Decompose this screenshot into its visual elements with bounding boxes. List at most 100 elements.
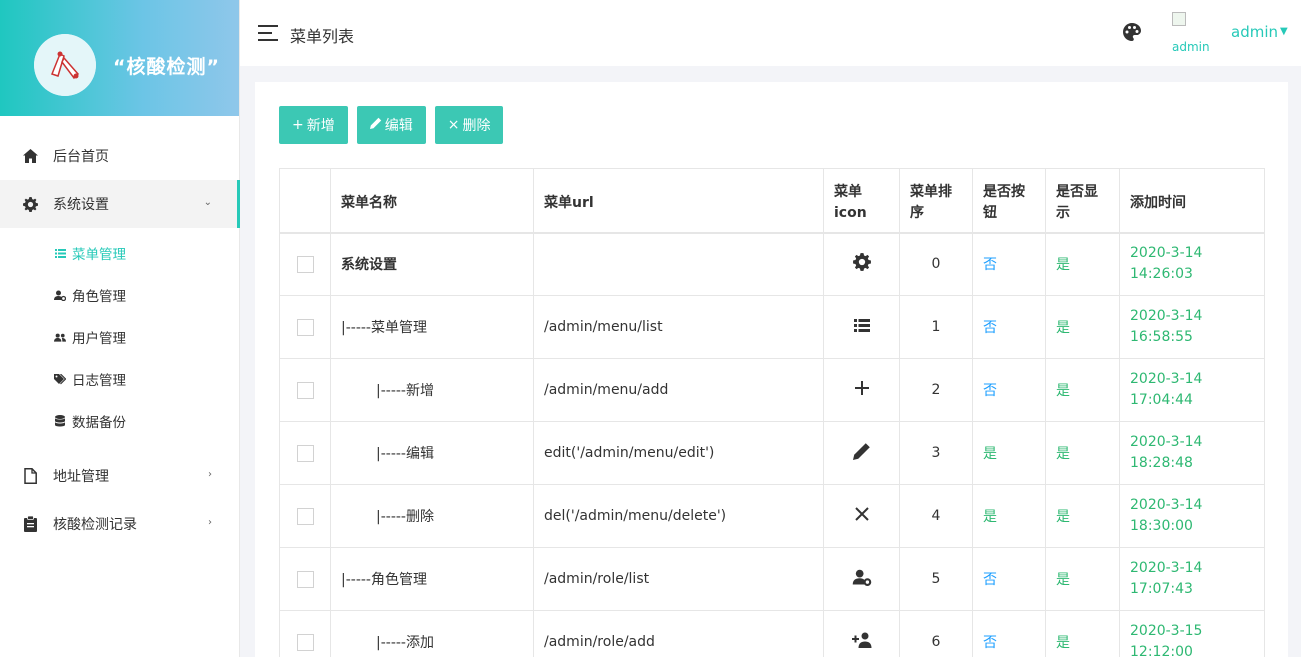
table-row[interactable]: 系统设置 0 否 是 2020-3-14 14:26:03 [279,232,1265,296]
row-checkbox-cell [279,358,331,422]
menu-order: 3 [899,421,973,485]
delete-button-label: 删除 [462,118,491,134]
created-date: 2020-3-14 [1130,245,1203,262]
database-icon [54,415,66,427]
sidebar-item-label: 角色管理 [72,289,126,305]
user-menu[interactable]: admin [1231,23,1278,41]
menu-url [533,232,824,296]
menu-name: |-----新增 [330,358,534,422]
column-header: 菜单icon [823,168,900,233]
sidebar-item-log-management[interactable]: 日志管理 [0,358,240,400]
created-time: 2020-3-15 12:12:00 [1119,610,1265,657]
menu-icon-cell [823,610,900,657]
clipboard-icon [22,516,38,532]
avatar[interactable]: admin [1170,10,1216,56]
table-row[interactable]: |-----添加 /admin/role/add 6 否 是 2020-3-15… [279,610,1265,657]
submenu-system-settings: 菜单管理 角色管理 用户管理 日志管理 数据备份 [0,228,240,452]
menu-order: 1 [899,295,973,359]
is-button: 否 [972,358,1046,422]
sidebar-item-label: 日志管理 [72,373,126,389]
table-row[interactable]: |-----编辑 edit('/admin/menu/edit') 3 是 是 … [279,421,1265,485]
created-date: 2020-3-14 [1130,308,1203,324]
sidebar-item-test-records[interactable]: 核酸检测记录 › [0,500,240,548]
sidebar-item-home[interactable]: 后台首页 [0,132,240,180]
menu-order: 0 [899,232,973,296]
chevron-down-icon: ⌄ [203,197,212,208]
row-checkbox-cell [279,610,331,657]
list-icon [54,247,66,259]
sidebar-item-menu-management[interactable]: 菜单管理 [0,232,240,274]
row-checkbox[interactable] [296,318,314,336]
column-header: 菜单名称 [330,168,534,233]
is-show: 是 [1045,547,1120,611]
created-time: 2020-3-14 14:26:03 [1119,232,1265,296]
created-clock: 18:28:48 [1130,455,1193,471]
menu-name: |-----删除 [330,484,534,548]
created-time: 2020-3-14 17:07:43 [1119,547,1265,611]
row-checkbox[interactable] [296,444,314,462]
row-checkbox[interactable] [296,570,314,588]
row-checkbox-cell [279,232,331,296]
palette-icon[interactable] [1122,22,1142,42]
menu-name: |-----角色管理 [330,547,534,611]
menu-order: 4 [899,484,973,548]
menu-icon-cell [823,358,900,422]
tag-icon [54,373,66,385]
row-checkbox[interactable] [296,255,314,273]
column-header: 是否显示 [1045,168,1120,233]
users-icon [54,331,66,343]
user-plus-icon [851,632,873,652]
sidebar-item-label: 后台首页 [53,149,109,165]
select-all-header [279,168,331,233]
sidebar-item-role-management[interactable]: 角色管理 [0,274,240,316]
list-icon [853,318,870,336]
chevron-right-icon: › [208,469,212,480]
table-row[interactable]: |-----删除 del('/admin/menu/delete') 4 是 是… [279,484,1265,548]
row-checkbox-cell [279,547,331,611]
top-header: 菜单列表 admin admin ▼ [240,0,1301,66]
row-checkbox[interactable] [296,633,314,651]
brand-banner: “核酸检测” [0,0,239,116]
created-time: 2020-3-14 18:28:48 [1119,421,1265,485]
table-row[interactable]: |-----新增 /admin/menu/add 2 否 是 2020-3-14… [279,358,1265,422]
sidebar-item-label: 系统设置 [53,197,109,213]
column-header: 是否按钮 [972,168,1046,233]
row-checkbox[interactable] [296,507,314,525]
row-checkbox[interactable] [296,381,314,399]
menu-toggle-icon[interactable] [258,25,278,41]
sidebar-item-label: 地址管理 [53,469,109,485]
created-date: 2020-3-14 [1130,434,1203,450]
is-button: 是 [972,421,1046,485]
sidebar-nav: 后台首页 系统设置 ⌄ 菜单管理 角色管理 用户管理 日志管理 数据备份 地址管… [0,132,240,548]
sidebar-item-user-management[interactable]: 用户管理 [0,316,240,358]
table-row[interactable]: |-----菜单管理 /admin/menu/list 1 否 是 2020-3… [279,295,1265,359]
created-clock: 16:58:55 [1130,329,1193,345]
created-time: 2020-3-14 17:04:44 [1119,358,1265,422]
add-button[interactable]: + 新增 [279,106,348,144]
menu-name: 系统设置 [330,232,534,296]
user-gear-icon [54,289,66,301]
is-button: 是 [972,484,1046,548]
brand-title: “核酸检测” [113,56,220,78]
is-show: 是 [1045,484,1120,548]
menu-icon-cell [823,232,900,296]
sidebar-item-data-backup[interactable]: 数据备份 [0,400,240,442]
close-icon: × [447,117,460,133]
menu-url: /admin/role/list [533,547,824,611]
sidebar-item-label: 数据备份 [72,415,126,431]
table-row[interactable]: |-----角色管理 /admin/role/list 5 否 是 2020-3… [279,547,1265,611]
menu-icon-cell [823,547,900,611]
sidebar-item-address-management[interactable]: 地址管理 › [0,452,240,500]
is-show: 是 [1045,358,1120,422]
page-title: 菜单列表 [290,27,355,46]
delete-button[interactable]: × 删除 [434,106,504,144]
sidebar: “核酸检测” 后台首页 系统设置 ⌄ 菜单管理 角色管理 用户管理 日志管理 数… [0,0,240,657]
menu-name: |-----添加 [330,610,534,657]
caret-down-icon[interactable]: ▼ [1280,26,1288,37]
column-header: 添加时间 [1119,168,1265,233]
chevron-right-icon: › [208,517,212,528]
edit-button[interactable]: 编辑 [356,106,426,144]
menu-icon-cell [823,295,900,359]
file-icon [22,468,38,484]
sidebar-item-system-settings[interactable]: 系统设置 ⌄ [0,180,240,228]
